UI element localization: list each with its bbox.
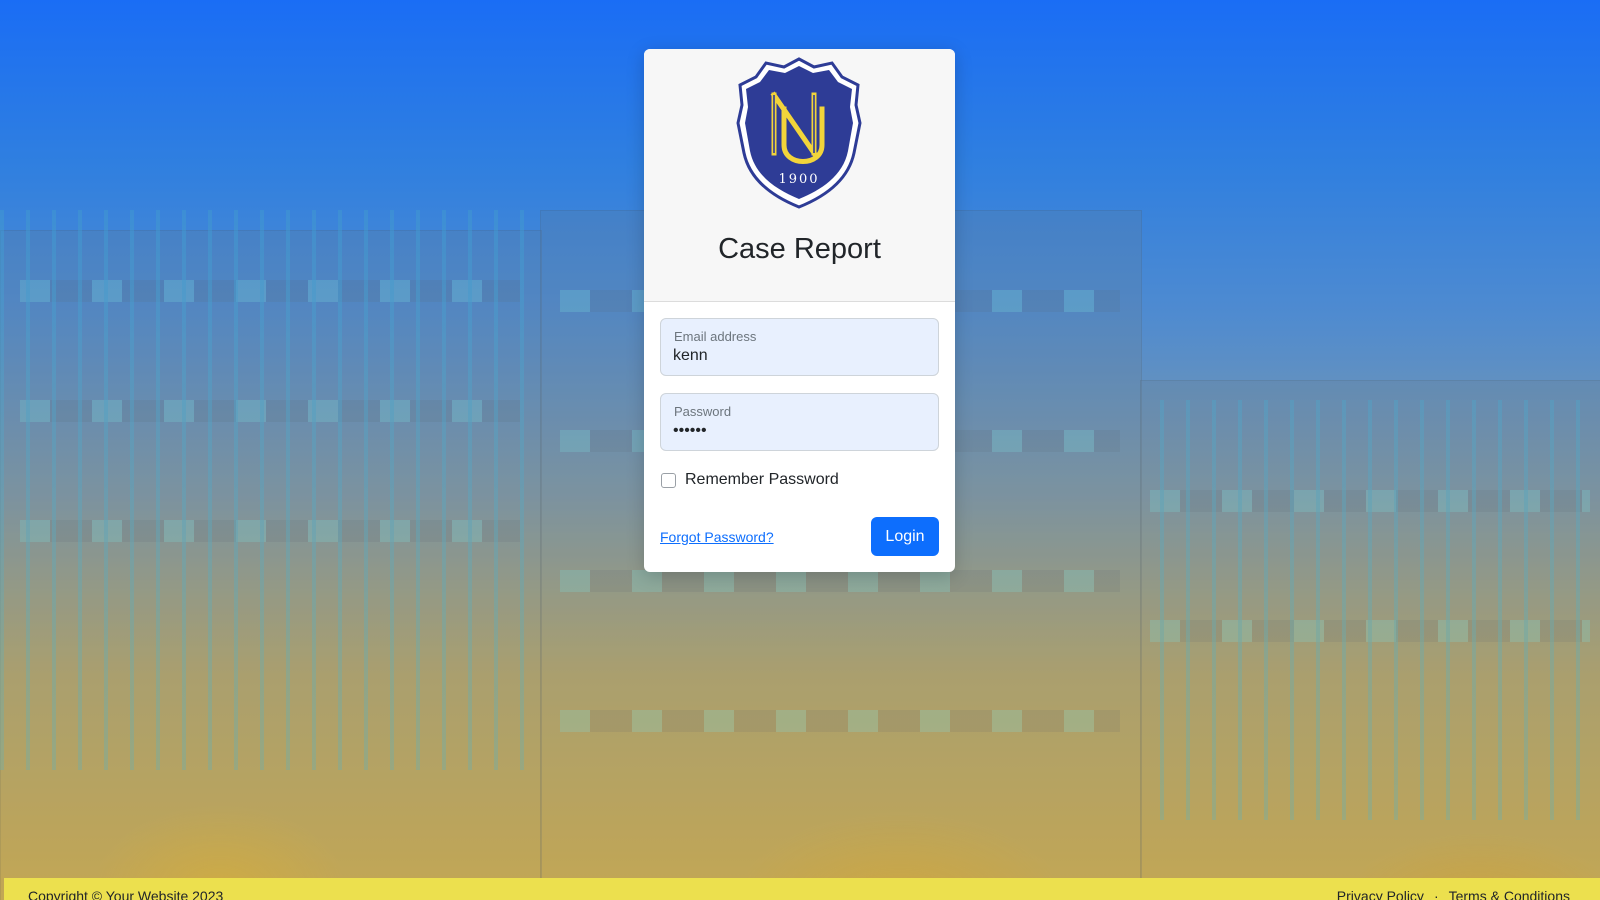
email-input[interactable] xyxy=(673,347,923,365)
password-input[interactable] xyxy=(673,422,923,440)
university-shield-logo: 1900 xyxy=(736,57,862,209)
page-title: Case Report xyxy=(718,233,881,265)
footer: Copyright © Your Website 2023 Privacy Po… xyxy=(4,878,1600,900)
forgot-password-link[interactable]: Forgot Password? xyxy=(660,529,774,545)
remember-label[interactable]: Remember Password xyxy=(685,471,839,489)
remember-row: Remember Password xyxy=(660,468,939,492)
privacy-policy-link[interactable]: Privacy Policy xyxy=(1337,888,1424,900)
email-field[interactable]: Email address xyxy=(660,318,939,376)
footer-separator: · xyxy=(1433,888,1439,900)
card-header: 1900 Case Report xyxy=(644,49,955,302)
footer-copyright: Copyright © Your Website 2023 xyxy=(28,888,224,900)
logo-year-text: 1900 xyxy=(778,172,819,187)
password-field[interactable]: Password xyxy=(660,393,939,451)
login-button[interactable]: Login xyxy=(871,517,939,556)
remember-checkbox[interactable] xyxy=(661,472,676,488)
login-card: 1900 Case Report Email address Password … xyxy=(644,49,955,572)
email-label: Email address xyxy=(674,329,757,344)
footer-links: Privacy Policy · Terms & Conditions xyxy=(1337,888,1570,900)
terms-conditions-link[interactable]: Terms & Conditions xyxy=(1449,888,1570,900)
password-label: Password xyxy=(674,404,732,419)
login-form: Email address Password Remember Password… xyxy=(644,302,955,556)
form-actions: Forgot Password? Login xyxy=(660,517,939,556)
login-page: 1900 Case Report Email address Password … xyxy=(0,0,1600,900)
